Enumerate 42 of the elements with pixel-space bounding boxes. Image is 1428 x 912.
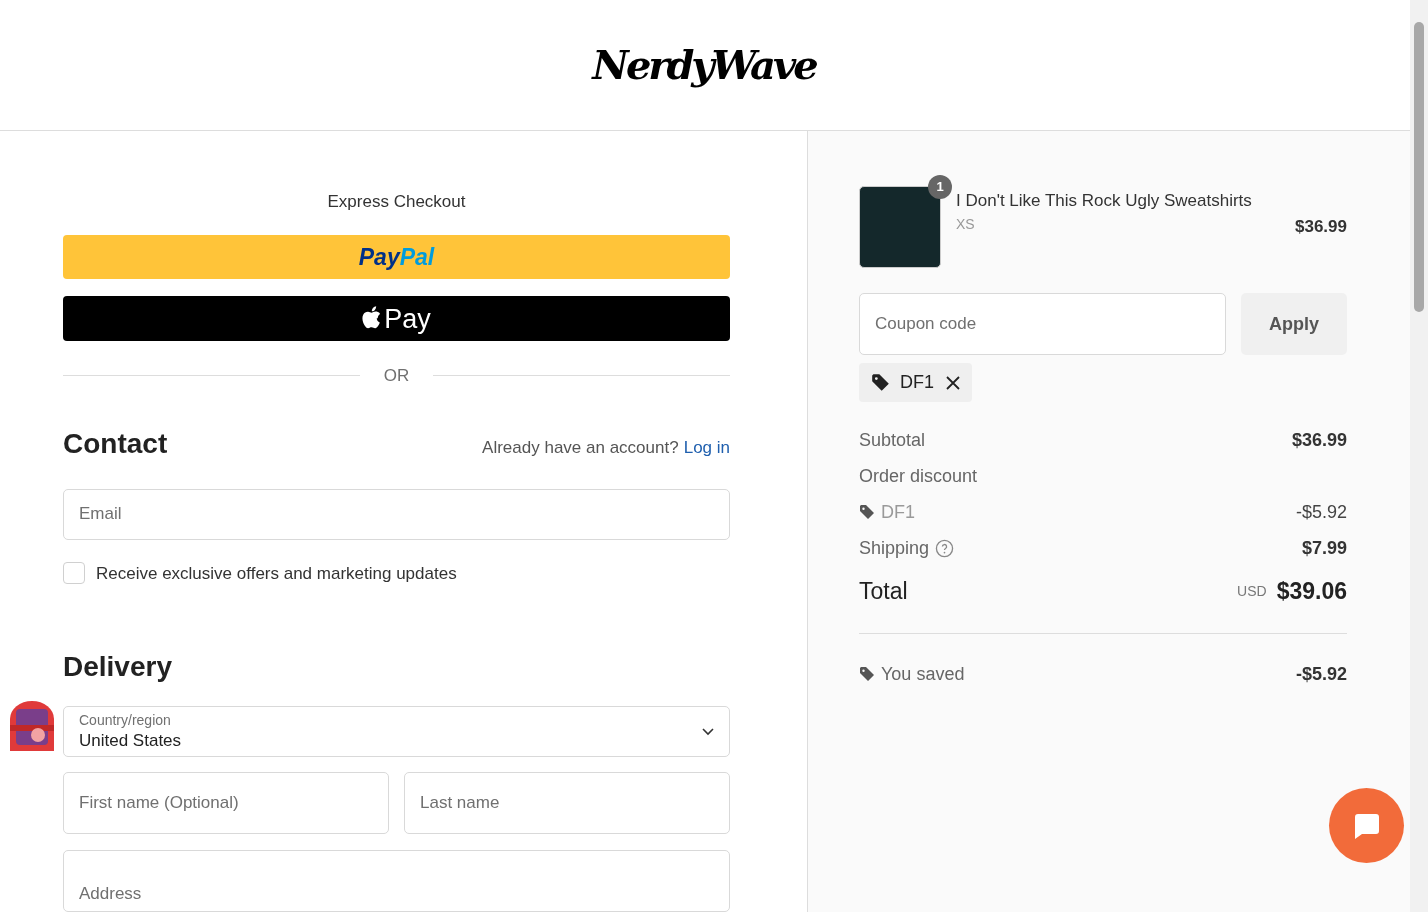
quantity-badge: 1	[928, 175, 952, 199]
divider-label: OR	[383, 365, 410, 388]
input-field[interactable]: Coupon code	[859, 293, 1226, 355]
chevron-down-icon	[702, 727, 714, 736]
account-prompt: Already have an account?	[482, 436, 679, 459]
apply-button[interactable]: Apply	[1241, 293, 1347, 355]
discount-code: DF1	[900, 371, 934, 394]
currency-code: USD	[1237, 581, 1267, 601]
product-name: I Don't Like This Rock Ugly Sweatshirts	[956, 190, 1253, 212]
input-field[interactable]: First name (Optional)	[63, 772, 389, 834]
checkbox[interactable]	[63, 562, 85, 585]
paypal-button[interactable]: PayPal	[63, 234, 730, 280]
country-select[interactable]: Country/region United States	[63, 706, 730, 757]
help-icon[interactable]	[935, 538, 955, 558]
product-variant: XS	[956, 214, 975, 234]
summary-label: Order discount	[859, 464, 978, 488]
savings-value: -$5.92	[1295, 662, 1347, 686]
input-field[interactable]: Email	[63, 488, 730, 540]
tag-icon	[859, 504, 875, 520]
summary-label: Subtotal	[859, 428, 926, 452]
section-title: Express Checkout	[326, 191, 467, 213]
tag-icon	[871, 373, 890, 392]
savings-label: You saved	[881, 662, 965, 686]
section-heading: Delivery	[63, 650, 173, 685]
total-label: Total	[859, 577, 908, 606]
summary-value: $36.99	[1291, 428, 1347, 452]
apple-icon	[362, 305, 382, 329]
summary-value: -$5.92	[1295, 500, 1347, 524]
input-field[interactable]: Last name	[404, 772, 730, 834]
apple-pay-button[interactable]: Pay	[63, 296, 730, 342]
summary-label: Shipping	[859, 536, 930, 560]
total-value: $39.06	[1276, 577, 1347, 606]
remove-icon[interactable]	[946, 375, 960, 390]
scrollbar[interactable]	[1410, 0, 1428, 912]
summary-value: $7.99	[1301, 536, 1347, 560]
login-link[interactable]: Log in	[683, 434, 730, 461]
summary-label: DF1	[881, 500, 915, 524]
tag-icon	[859, 666, 875, 682]
checkbox-label: Receive exclusive offers and marketing updates	[96, 562, 457, 585]
product-price: $36.99	[1295, 215, 1347, 238]
input-field[interactable]: Address	[63, 850, 730, 912]
section-heading: Contact	[63, 426, 168, 461]
